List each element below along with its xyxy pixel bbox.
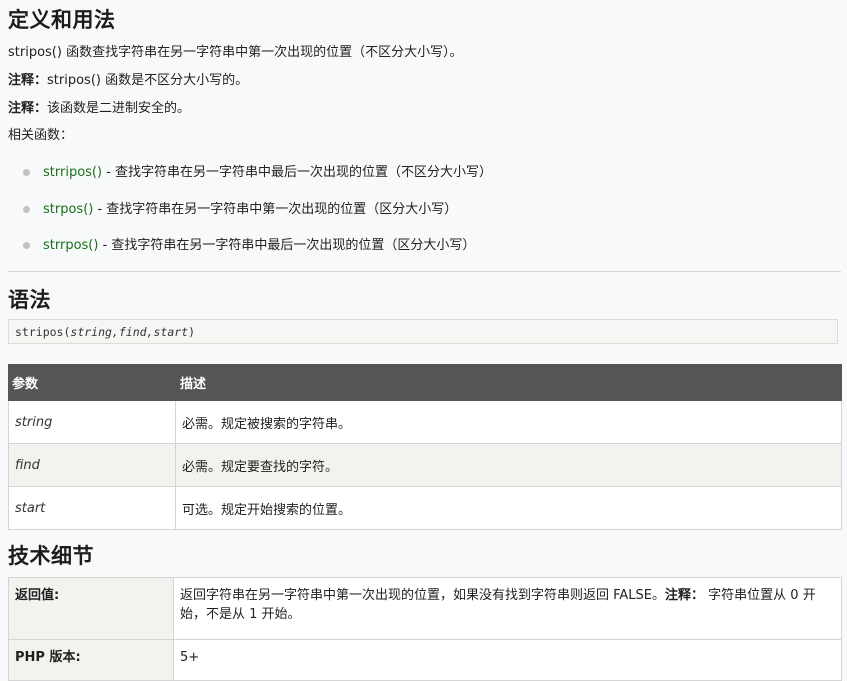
related-link-strpos[interactable]: strpos() xyxy=(43,202,93,217)
list-item: strpos() - 查找字符串在另一字符串中第一次出现的位置（区分大小写） xyxy=(23,201,457,219)
note-2-text: 该函数是二进制安全的。 xyxy=(47,101,191,116)
parameters-table: 参数 描述 string 必需。规定被搜索的字符串。 find 必需。规定要查找… xyxy=(8,364,842,530)
table-row: find 必需。规定要查找的字符。 xyxy=(8,443,842,487)
return-value-key: 返回值: xyxy=(8,577,174,640)
note-1: 注释：stripos() 函数是不区分大小写的。 xyxy=(8,72,248,90)
related-link-strripos[interactable]: strripos() xyxy=(43,165,102,180)
related-desc: - 查找字符串在另一字符串中最后一次出现的位置（区分大小写） xyxy=(98,238,476,253)
table-row: string 必需。规定被搜索的字符串。 xyxy=(8,400,842,444)
intro-text: stripos() 函数查找字符串在另一字符串中第一次出现的位置（不区分大小写）… xyxy=(8,45,463,60)
tech-details-heading: 技术细节 xyxy=(8,544,94,568)
bullet-icon xyxy=(23,206,30,213)
param-desc: 可选。规定开始搜索的位置。 xyxy=(175,486,842,530)
bullet-icon xyxy=(23,169,30,176)
param-name: string xyxy=(8,400,176,444)
page: 定义和用法 stripos() 函数查找字符串在另一字符串中第一次出现的位置（不… xyxy=(0,0,847,681)
tech-details-table: 返回值: 返回字符串在另一字符串中第一次出现的位置，如果没有找到字符串则返回 F… xyxy=(8,577,842,681)
syntax-code-block: stripos(string,find,start) xyxy=(8,319,838,344)
note-2-label: 注释： xyxy=(8,101,48,116)
php-version-key: PHP 版本: xyxy=(8,639,174,681)
table-row: PHP 版本: 5+ xyxy=(8,639,842,681)
related-desc: - 查找字符串在另一字符串中第一次出现的位置（区分大小写） xyxy=(93,202,458,217)
note-2: 注释：该函数是二进制安全的。 xyxy=(8,100,190,118)
param-desc: 必需。规定被搜索的字符串。 xyxy=(175,400,842,444)
syntax-heading: 语法 xyxy=(8,288,51,312)
return-value-note-label: 注释： xyxy=(665,588,705,603)
related-label: 相关函数： xyxy=(8,128,74,143)
column-header-desc: 描述 xyxy=(175,364,842,401)
note-1-label: 注释： xyxy=(8,73,48,88)
bullet-icon xyxy=(23,242,30,249)
table-row: start 可选。规定开始搜索的位置。 xyxy=(8,486,842,530)
list-item: strrpos() - 查找字符串在另一字符串中最后一次出现的位置（区分大小写） xyxy=(23,237,475,255)
note-1-text: stripos() 函数是不区分大小写的。 xyxy=(47,73,249,88)
related-link-strrpos[interactable]: strrpos() xyxy=(43,238,98,253)
code-prefix: stripos( xyxy=(15,325,71,339)
table-row: 返回值: 返回字符串在另一字符串中第一次出现的位置，如果没有找到字符串则返回 F… xyxy=(8,577,842,640)
return-value-desc: 返回字符串在另一字符串中第一次出现的位置，如果没有找到字符串则返回 FALSE。 xyxy=(180,588,666,603)
param-desc: 必需。规定要查找的字符。 xyxy=(175,443,842,487)
column-header-param: 参数 xyxy=(8,364,176,401)
section-divider xyxy=(8,271,841,272)
list-item: strripos() - 查找字符串在另一字符串中最后一次出现的位置（不区分大小… xyxy=(23,164,492,182)
definition-heading: 定义和用法 xyxy=(8,8,116,32)
table-header-row: 参数 描述 xyxy=(8,364,842,401)
param-name: find xyxy=(8,443,176,487)
code-suffix: ) xyxy=(188,325,196,339)
param-name: start xyxy=(8,486,176,530)
related-desc: - 查找字符串在另一字符串中最后一次出现的位置（不区分大小写） xyxy=(102,165,493,180)
php-version-value: 5+ xyxy=(173,639,842,681)
code-params: string,find,start xyxy=(70,325,189,339)
return-value-text: 返回字符串在另一字符串中第一次出现的位置，如果没有找到字符串则返回 FALSE。… xyxy=(173,577,842,640)
